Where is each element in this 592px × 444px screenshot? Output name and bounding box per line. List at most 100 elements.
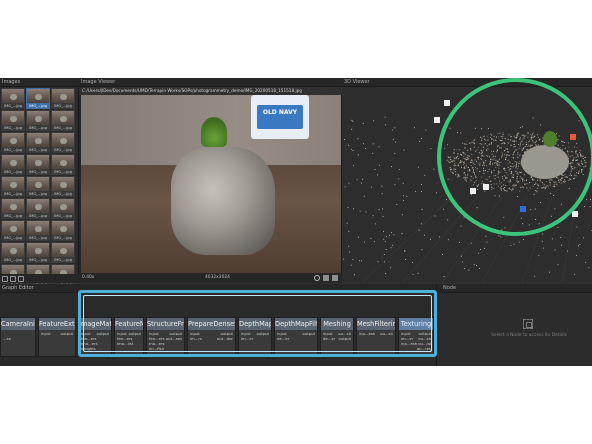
- info-icon[interactable]: [314, 275, 320, 281]
- thumbnail-preview: [2, 133, 24, 147]
- image-thumbnail[interactable]: IMG_...jpg: [1, 154, 25, 175]
- graph-node-port[interactable]: ini...Pair: [149, 346, 164, 351]
- image-thumbnail[interactable]: IMG_...jpg: [26, 110, 50, 131]
- image-thumbnail[interactable]: IMG_...jpg: [26, 242, 50, 263]
- image-thumbnail[interactable]: IMG_...jpg: [1, 220, 25, 241]
- graph-node[interactable]: DepthMap input output im...er: [238, 317, 272, 357]
- image-thumbnail[interactable]: IMG_...jpg: [26, 198, 50, 219]
- image-thumbnail[interactable]: IMG_...jpg: [1, 88, 25, 109]
- image-thumbnail[interactable]: IMG_...jpg: [51, 242, 75, 263]
- image-thumbnail[interactable]: IMG_...jpg: [51, 110, 75, 131]
- graph-node[interactable]: Meshing input ou...sh de...er output: [320, 317, 354, 357]
- graph-node[interactable]: ImageMatchinginputoutputfea...ersima...e…: [78, 317, 112, 357]
- graph-node[interactable]: CameraInit ...se: [0, 317, 36, 357]
- graph-node-port[interactable]: ou...sh: [380, 331, 393, 336]
- camera-marker[interactable]: [572, 211, 578, 217]
- graph-node-port[interactable]: de...er: [323, 336, 335, 341]
- graph-node[interactable]: PrepareDenseSceneinputoutputim...rsout..…: [187, 317, 236, 357]
- folder-icon[interactable]: [10, 275, 16, 282]
- thumbnail-caption: IMG_...jpg: [54, 170, 72, 174]
- image-thumbnail[interactable]: IMG_...jpg: [26, 220, 50, 241]
- thumbnail-caption: IMG_...jpg: [4, 170, 22, 174]
- graph-node-title: StructureFromMotion: [147, 318, 184, 330]
- thumbnail-caption: IMG_...jpg: [4, 192, 22, 196]
- graph-node-port[interactable]: output: [60, 331, 73, 336]
- photo-plant: [201, 117, 227, 147]
- image-thumbnail[interactable]: IMG_...jpg: [51, 154, 75, 175]
- image-viewer-title: Image Viewer: [79, 78, 342, 87]
- point-cloud-canvas[interactable]: [342, 87, 592, 283]
- image-resolution: 4032x3024: [205, 275, 230, 280]
- image-thumbnail[interactable]: IMG_...jpg: [1, 132, 25, 153]
- viewer-3d-panel: 3D Viewer: [342, 78, 592, 283]
- graph-node-port[interactable]: inp...esh: [401, 341, 417, 346]
- image-path: C:/Users/jlDes/Documents/UMD/Terrapin Wo…: [79, 87, 342, 95]
- image-thumbnail[interactable]: IMG_...jpg: [1, 198, 25, 219]
- graph-node[interactable]: FeatureExtractioninput output: [38, 317, 76, 357]
- graph-canvas[interactable]: CameraInit...seFeatureExtractioninputout…: [0, 293, 436, 366]
- graph-node[interactable]: DepthMapFilterinputoutputde...er: [274, 317, 318, 357]
- image-thumbnail[interactable]: IMG_...jpg: [26, 88, 50, 109]
- image-thumbnail[interactable]: IMG_...jpg: [1, 176, 25, 197]
- images-panel: Images IMG_...jpg IMG_...jpg IMG_...jpg IMG…: [0, 78, 79, 285]
- image-thumbnail[interactable]: IMG_...jpg: [26, 176, 50, 197]
- camera-marker[interactable]: [434, 117, 440, 123]
- thumbnail-preview: [52, 221, 74, 235]
- image-thumbnail[interactable]: IMG_...jpg: [51, 88, 75, 109]
- photo-bag: [251, 95, 309, 139]
- thumbnail-caption: IMG_...jpg: [29, 236, 47, 240]
- photo-bag-label: OLD NAVY: [262, 109, 298, 116]
- thumbnail-preview: [52, 111, 74, 125]
- graph-node[interactable]: FeatureMatchinginputoutputfea...ersima..…: [114, 317, 144, 357]
- graph-node-port[interactable]: output: [338, 336, 351, 341]
- image-thumbnail[interactable]: IMG_...jpg: [26, 132, 50, 153]
- camera-marker[interactable]: [444, 100, 450, 106]
- image-thumbnail[interactable]: IMG_...jpg: [51, 176, 75, 197]
- graph-node-port[interactable]: ima...list: [117, 341, 133, 346]
- graph-node-port[interactable]: input: [41, 331, 51, 336]
- overlay-icon[interactable]: [332, 275, 338, 281]
- graph-node-title: Texturing: [399, 318, 433, 330]
- graph-node-port[interactable]: de...er: [277, 336, 289, 341]
- graph-node-port[interactable]: inp...esh: [359, 331, 375, 336]
- graph-node-port[interactable]: im...er: [241, 336, 253, 341]
- channel-icon[interactable]: [323, 275, 329, 281]
- camera-marker[interactable]: [520, 206, 526, 212]
- photo-rock-planter: [171, 147, 275, 255]
- graph-node-title: DepthMap: [239, 318, 271, 330]
- node-panel-hint: Select a Node to access its Details: [491, 333, 567, 338]
- graph-node-port[interactable]: ...se: [3, 336, 11, 341]
- graph-node-port[interactable]: output: [96, 331, 109, 336]
- graph-node[interactable]: MeshFilteringinp...esh ou...sh: [356, 317, 396, 357]
- image-thumbnail[interactable]: IMG_...jpg: [51, 132, 75, 153]
- graph-node-port[interactable]: im...rs: [190, 336, 202, 341]
- camera-marker[interactable]: [570, 134, 576, 140]
- camera-marker[interactable]: [483, 184, 489, 190]
- thumbnail-caption: IMG_...jpg: [4, 104, 22, 108]
- graph-node-port[interactable]: out...der: [217, 336, 233, 341]
- thumbnail-preview: [2, 177, 24, 191]
- add-image-icon[interactable]: [2, 275, 8, 282]
- filter-icon[interactable]: [18, 275, 24, 282]
- graph-node-port[interactable]: out...ses: [166, 336, 182, 341]
- image-thumbnail[interactable]: IMG_...jpg: [26, 154, 50, 175]
- camera-marker[interactable]: [470, 188, 476, 194]
- image-thumbnail[interactable]: IMG_...jpg: [1, 242, 25, 263]
- thumbnail-preview: [27, 133, 49, 147]
- graph-node-port[interactable]: output: [256, 331, 269, 336]
- viewer-photo[interactable]: OLD NAVY: [81, 95, 341, 273]
- thumbnail-preview: [2, 199, 24, 213]
- graph-node[interactable]: StructureFromMotioninputoutputfea...erso…: [146, 317, 185, 357]
- thumbnail-caption: IMG_...jpg: [54, 192, 72, 196]
- graph-node-port[interactable]: weights: [81, 346, 96, 351]
- graph-node[interactable]: Texturing input output im...er ou...sh inp...…: [398, 317, 434, 357]
- graph-node-port[interactable]: output: [302, 331, 315, 336]
- thumbnail-caption: IMG_...jpg: [29, 148, 47, 152]
- image-thumbnail-grid: IMG_...jpg IMG_...jpg IMG_...jpg IMG_...jpg…: [1, 88, 78, 285]
- image-thumbnail[interactable]: IMG_...jpg: [1, 110, 25, 131]
- graph-node-port[interactable]: ou...res: [417, 346, 431, 351]
- thumbnail-preview: [2, 155, 24, 169]
- image-thumbnail[interactable]: IMG_...jpg: [51, 198, 75, 219]
- graph-node-title: FeatureMatching: [115, 318, 143, 330]
- image-thumbnail[interactable]: IMG_...jpg: [51, 220, 75, 241]
